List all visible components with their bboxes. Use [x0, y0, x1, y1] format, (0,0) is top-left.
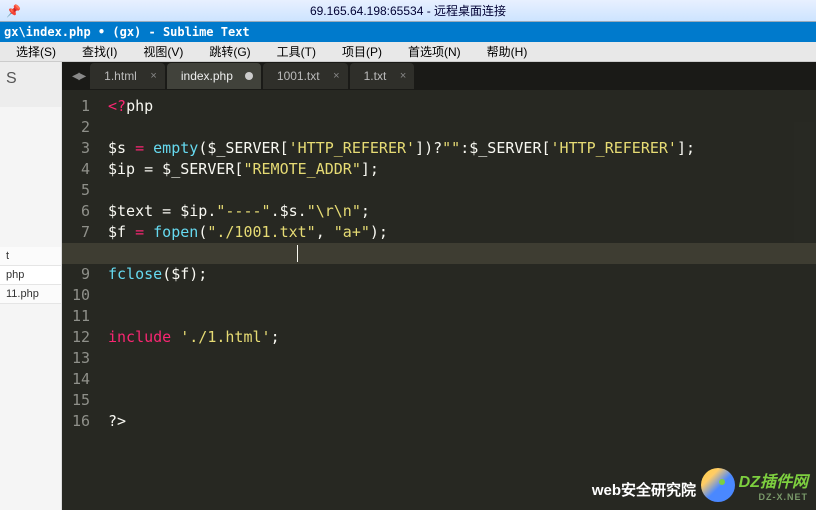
tab-1001txt[interactable]: 1001.txt × — [263, 63, 348, 89]
tab-1html[interactable]: 1.html × — [90, 63, 165, 89]
dirty-icon — [245, 72, 253, 80]
editor: ◀ ▶ 1.html × index.php 1001.txt × 1.txt × 1… — [62, 62, 816, 510]
minimap[interactable] — [794, 122, 814, 242]
close-icon[interactable]: × — [150, 70, 156, 82]
tab-nav-arrows[interactable]: ◀ ▶ — [66, 71, 90, 82]
menu-view[interactable]: 视图(V) — [131, 41, 195, 62]
menu-goto[interactable]: 跳转(G) — [197, 41, 262, 62]
menu-tools[interactable]: 工具(T) — [265, 41, 328, 62]
watermark-studio: web安全研究院 — [592, 479, 696, 500]
tab-bar: ◀ ▶ 1.html × index.php 1001.txt × 1.txt × — [62, 62, 816, 90]
sidebar-header: S — [0, 62, 61, 107]
tab-label: 1.html — [104, 69, 137, 83]
tab-label: 1.txt — [364, 69, 387, 83]
menu-find[interactable]: 查找(I) — [70, 41, 129, 62]
window-titlebar: gx\index.php • (gx) - Sublime Text — [0, 22, 816, 42]
code-content[interactable]: <?php $s = empty($_SERVER['HTTP_REFERER'… — [100, 90, 816, 510]
sidebar: S t php 11.php — [0, 62, 62, 510]
text-cursor — [297, 245, 298, 262]
watermark-sub: DZ-X.NET — [739, 492, 808, 502]
close-icon[interactable]: × — [333, 70, 339, 82]
menubar: 选择(S) 查找(I) 视图(V) 跳转(G) 工具(T) 项目(P) 首选项(… — [0, 42, 816, 62]
menu-project[interactable]: 项目(P) — [330, 41, 394, 62]
close-icon[interactable]: × — [400, 70, 406, 82]
tab-1txt[interactable]: 1.txt × — [350, 63, 415, 89]
menu-select[interactable]: 选择(S) — [4, 41, 68, 62]
rdp-title: 69.165.64.198:65534 - 远程桌面连接 — [310, 2, 506, 19]
sidebar-item[interactable]: t — [0, 247, 61, 266]
sidebar-item[interactable]: php — [0, 266, 61, 285]
watermark-text: DZ插件网 — [739, 474, 808, 491]
current-line-highlight — [62, 243, 816, 264]
pin-icon[interactable]: 📌 — [6, 4, 21, 18]
tab-label: 1001.txt — [277, 69, 320, 83]
tab-label: index.php — [181, 69, 233, 83]
sidebar-item[interactable]: 11.php — [0, 285, 61, 304]
menu-help[interactable]: 帮助(H) — [475, 41, 540, 62]
logo-icon — [701, 468, 735, 502]
rdp-titlebar: 📌 69.165.64.198:65534 - 远程桌面连接 — [0, 0, 816, 22]
line-gutter: 12345678910111213141516 — [62, 90, 100, 510]
menu-preferences[interactable]: 首选项(N) — [396, 41, 473, 62]
watermark-brand: DZ插件网DZ-X.NET — [701, 468, 808, 502]
window-title: gx\index.php • (gx) - Sublime Text — [4, 25, 250, 39]
code-area[interactable]: 12345678910111213141516 <?php $s = empty… — [62, 90, 816, 510]
tab-indexphp[interactable]: index.php — [167, 63, 261, 89]
